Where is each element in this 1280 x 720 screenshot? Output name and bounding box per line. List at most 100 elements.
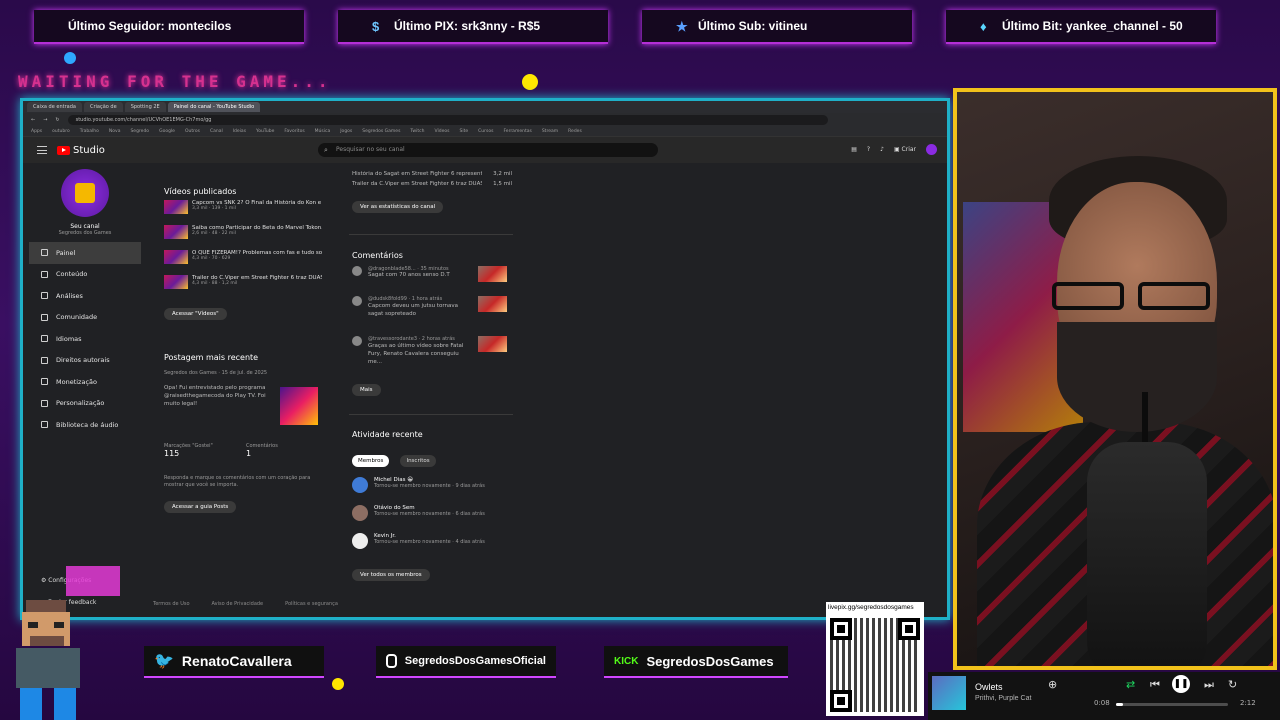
bookmark-item[interactable]: Outros [185, 129, 200, 134]
more-comments-button[interactable]: Mais [352, 384, 381, 396]
member-item[interactable]: Kevin Jr. Tornou-se membro novamente · 4… [352, 533, 512, 561]
search-input[interactable]: ⌕ Pesquisar no seu canal [318, 143, 658, 157]
bookmark-item[interactable]: Jogos [340, 129, 352, 134]
kick-icon: KICK [614, 655, 639, 667]
channel-title: Seu canal [70, 223, 100, 230]
captions-icon[interactable]: ▤ [851, 146, 857, 153]
nav-item-community[interactable]: Comunidade [29, 307, 141, 329]
post-likes: Marcações "Gostei" 115 [164, 443, 213, 458]
create-button[interactable]: ▣ Criar [894, 146, 916, 153]
bookmark-item[interactable]: Site [460, 129, 469, 134]
nav-item-copyright[interactable]: Direitos autorais [29, 350, 141, 372]
bookmark-item[interactable]: Vídeos [434, 129, 449, 134]
comment-item[interactable]: @dudsk8fold99 · 1 hora atrás Capcom deve… [352, 296, 512, 336]
search-placeholder: Pesquisar no seu canal [336, 146, 405, 153]
bookmark-item[interactable]: Ideias [233, 129, 246, 134]
bookmark-item[interactable]: Segredo [130, 129, 149, 134]
browser-tab[interactable]: Spotting 2E [124, 102, 166, 112]
bookmark-item[interactable]: Trabalho [80, 129, 99, 134]
bookmark-item[interactable]: Segredos Games [362, 129, 400, 134]
nav-item-customization[interactable]: Personalização [29, 393, 141, 415]
top-video-title[interactable]: História do Sagat em Street Fighter 6 re… [352, 171, 482, 181]
bookmark-item[interactable]: Google [159, 129, 175, 134]
browser-tab[interactable]: Caixa de entrada [27, 102, 82, 112]
star-icon: ★ [676, 19, 688, 34]
browser-tab-active[interactable]: Painel do canal - YouTube Studio [167, 102, 261, 112]
go-to-videos-button[interactable]: Acessar "Vídeos" [164, 308, 227, 320]
post-image [280, 387, 318, 425]
nav-item-dashboard[interactable]: Painel [29, 242, 141, 264]
footer-link[interactable]: Termos de Uso [153, 601, 190, 607]
bookmark-item[interactable]: Nova [109, 129, 121, 134]
bookmark-item[interactable]: Twitch [410, 129, 424, 134]
go-to-posts-button[interactable]: Acessar a guia Posts [164, 501, 237, 513]
bookmark-item[interactable]: Favoritos [284, 129, 304, 134]
bookmark-item[interactable]: YouTube [256, 129, 274, 134]
member-desc: Tornou-se membro novamente · 4 dias atrá… [374, 539, 485, 545]
member-item[interactable]: Michel Dias 😀 Tornou-se membro novamente… [352, 477, 512, 505]
shuffle-icon[interactable]: ⇄ [1126, 678, 1135, 691]
alert-label: Último PIX: srk3nny - R$5 [394, 19, 541, 33]
back-icon[interactable]: ← [31, 117, 35, 123]
nav-item-monetization[interactable]: Monetização [29, 371, 141, 393]
published-videos-card: Vídeos publicados Capcom vs SNK 2? O Fin… [164, 187, 324, 320]
bookmark-item[interactable]: Stream [542, 129, 558, 134]
nav-item-content[interactable]: Conteúdo [29, 264, 141, 286]
comment-item[interactable]: @dragonblade58... · 35 minutos Sagat com… [352, 266, 512, 296]
progress-bar[interactable] [1116, 703, 1228, 706]
menu-icon[interactable] [37, 146, 47, 154]
add-icon[interactable]: ⊕ [1048, 678, 1057, 691]
nav-label: Painel [56, 248, 76, 257]
video-meta: 3,3 mil · 139 · 1 mil [192, 206, 236, 211]
bookmark-item[interactable]: Canal [210, 129, 223, 134]
help-icon[interactable]: ? [867, 146, 870, 153]
webcam-feed [953, 88, 1277, 670]
footer-link[interactable]: Políticas e segurança [285, 601, 338, 607]
social-label: SegredosDosGamesOficial [404, 655, 546, 667]
card-title: Vídeos publicados [164, 187, 237, 196]
forward-icon[interactable]: → [43, 117, 47, 123]
bookmark-item[interactable]: Cursos [478, 129, 493, 134]
member-item[interactable]: Otávio do Sem Tornou-se membro novamente… [352, 505, 512, 533]
url-field[interactable]: studio.youtube.com/channel/UCVhOE1EMG-Ch… [67, 115, 828, 125]
video-row[interactable]: Capcom vs SNK 2? O Final da História do … [164, 200, 324, 225]
see-all-members-button[interactable]: Ver todos os membros [352, 569, 430, 581]
tab-strip: Caixa de entrada Criação de Spotting 2E … [23, 101, 947, 113]
pause-button[interactable]: ❚❚ [1172, 675, 1190, 693]
channel-stats-button[interactable]: Ver as estatísticas do canal [352, 201, 444, 213]
nav-item-audio-library[interactable]: Biblioteca de áudio [29, 414, 141, 436]
studio-header: Studio ⌕ Pesquisar no seu canal ▤ ? ♪ ▣ … [23, 137, 947, 163]
dollar-icon [41, 378, 48, 386]
nav-item-analytics[interactable]: Análises [29, 285, 141, 307]
footer-link[interactable]: Aviso de Privacidade [212, 601, 264, 607]
next-icon[interactable]: ⏭ [1204, 678, 1214, 692]
bookmark-item[interactable]: Redes [568, 129, 582, 134]
bookmark-item[interactable]: Ferramentas [503, 129, 531, 134]
bell-icon[interactable]: ♪ [880, 146, 884, 153]
repeat-icon[interactable]: ↻ [1228, 678, 1237, 691]
likes-count: 115 [164, 449, 180, 458]
video-row[interactable]: Saiba como Participar do Beta do Marvel … [164, 225, 324, 250]
nav-item-languages[interactable]: Idiomas [29, 328, 141, 350]
nav-label: Direitos autorais [56, 356, 110, 365]
browser-tab[interactable]: Criação de [83, 102, 123, 112]
video-row[interactable]: Trailer do C.Viper em Street Fighter 6 t… [164, 275, 324, 300]
tab-members[interactable]: Membros [352, 455, 390, 467]
bookmark-item[interactable]: Música [315, 129, 331, 134]
bookmark-item[interactable]: outubro [52, 129, 70, 134]
tab-subscribers[interactable]: Inscritos [400, 455, 436, 467]
channel-avatar[interactable] [61, 169, 109, 217]
previous-icon[interactable]: ⏮ [1150, 678, 1160, 692]
video-row[interactable]: O QUE FIZERAM!? Problemas com fas e tudo… [164, 250, 324, 275]
reload-icon[interactable]: ↻ [55, 117, 59, 123]
progress-fill [1116, 703, 1123, 706]
bookmark-item[interactable]: Apps [31, 129, 42, 134]
avatar [352, 477, 368, 493]
top-video-title[interactable]: Trailer da C.Viper em Street Fighter 6 t… [352, 181, 482, 193]
comment-item[interactable]: @travessorodante3 · 2 horas atrás Graças… [352, 336, 512, 376]
account-avatar[interactable] [926, 144, 937, 155]
nav-label: Personalização [56, 399, 105, 408]
microphone [1087, 442, 1207, 666]
album-cover [932, 676, 966, 710]
studio-logo[interactable]: Studio [57, 145, 105, 156]
